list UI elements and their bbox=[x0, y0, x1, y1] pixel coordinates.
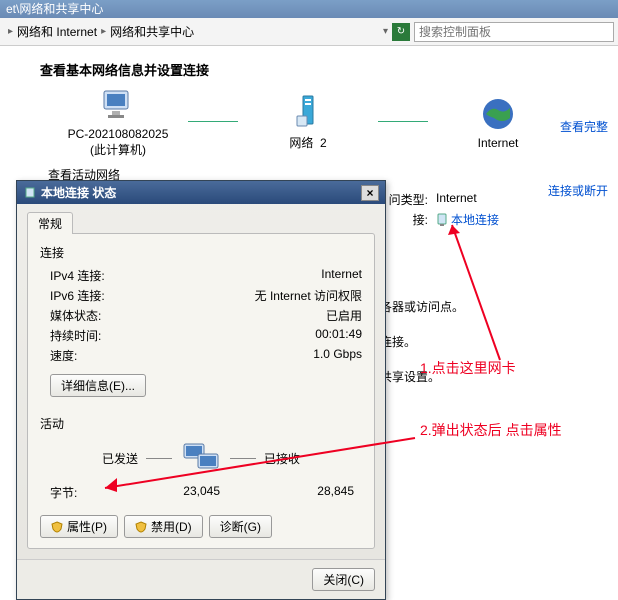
activity-group-label: 活动 bbox=[40, 415, 362, 432]
tab-general[interactable]: 常规 bbox=[27, 212, 73, 234]
breadcrumb-item[interactable]: 网络和共享中心 bbox=[110, 23, 194, 40]
breadcrumb-item[interactable]: 网络和 Internet bbox=[17, 23, 97, 40]
internet-label: Internet bbox=[438, 136, 558, 150]
network-map: PC-202108082025 (此计算机) 网络 2 bbox=[58, 85, 602, 158]
refresh-button[interactable]: ↻ bbox=[392, 23, 410, 41]
node-this-pc: PC-202108082025 (此计算机) bbox=[58, 85, 178, 158]
properties-button[interactable]: 属性(P) bbox=[40, 515, 118, 538]
page-heading: 查看基本网络信息并设置连接 bbox=[40, 60, 602, 79]
network-icon bbox=[291, 92, 325, 132]
window-title-bar: et\网络和共享中心 bbox=[0, 0, 618, 18]
node-network: 网络 2 bbox=[248, 92, 368, 151]
pc-name: PC-202108082025 bbox=[58, 127, 178, 141]
side-text: 连接。 bbox=[380, 333, 499, 350]
dialog-title-bar[interactable]: 本地连接 状态 × bbox=[17, 181, 385, 204]
nic-icon bbox=[436, 213, 448, 227]
shield-icon bbox=[135, 521, 147, 533]
connection-status-dialog: 本地连接 状态 × 常规 连接 IPv4 连接: Internet IPv6 连接… bbox=[16, 180, 386, 600]
ipv4-value: Internet bbox=[321, 267, 362, 284]
close-dialog-button[interactable]: 关闭(C) bbox=[312, 568, 375, 591]
sent-label: 已发送 bbox=[102, 450, 138, 467]
chevron-right-icon: ▸ bbox=[8, 26, 13, 37]
pc-sublabel: (此计算机) bbox=[58, 141, 178, 158]
side-text: 。 bbox=[380, 403, 499, 420]
connections-key: 接: bbox=[380, 211, 428, 228]
speed-key: 速度: bbox=[50, 347, 77, 364]
dialog-title: 本地连接 状态 bbox=[41, 184, 116, 201]
main-content: 查看基本网络信息并设置连接 查看完整 连接或断开 PC-202108082025… bbox=[0, 46, 618, 197]
nic-icon bbox=[23, 186, 37, 200]
ipv6-value: 无 Internet 访问权限 bbox=[255, 287, 362, 304]
media-value: 已启用 bbox=[326, 307, 362, 324]
speed-value: 1.0 Gbps bbox=[313, 347, 362, 364]
shield-icon bbox=[51, 521, 63, 533]
diagnose-button[interactable]: 诊断(G) bbox=[209, 515, 272, 538]
breadcrumb: ▸ 网络和 Internet ▸ 网络和共享中心 ▾ ↻ bbox=[0, 18, 618, 46]
local-connection-link[interactable]: 本地连接 bbox=[436, 211, 499, 228]
bytes-recv: 28,845 bbox=[220, 484, 362, 501]
chevron-right-icon: ▸ bbox=[101, 26, 106, 37]
recv-label: 已接收 bbox=[264, 450, 300, 467]
close-button[interactable]: × bbox=[361, 185, 379, 201]
chevron-down-icon[interactable]: ▾ bbox=[383, 26, 388, 37]
computer-icon bbox=[98, 85, 138, 125]
network-number: 2 bbox=[320, 136, 327, 150]
node-internet: Internet bbox=[438, 94, 558, 150]
network-details: 问类型: Internet 接: 本地连接 各器或访问点。 连接。 共享设置。 … bbox=[380, 188, 499, 426]
connection-group-label: 连接 bbox=[40, 244, 362, 261]
network-label: 网络 bbox=[289, 136, 313, 150]
annotation-2: 2.弹出状态后 点击属性 bbox=[420, 420, 600, 440]
activity-diagram: 已发送 已接收 bbox=[40, 440, 362, 476]
tab-panel: 连接 IPv4 连接: Internet IPv6 连接: 无 Internet 访… bbox=[27, 233, 375, 549]
search-input[interactable] bbox=[414, 22, 614, 42]
duration-key: 持续时间: bbox=[50, 327, 101, 344]
window-title: et\网络和共享中心 bbox=[6, 2, 103, 16]
access-type-key: 问类型: bbox=[380, 191, 428, 208]
access-type-value: Internet bbox=[436, 191, 477, 208]
bytes-sent: 23,045 bbox=[110, 484, 220, 501]
duration-value: 00:01:49 bbox=[315, 327, 362, 344]
annotation-1: 1.点击这里网卡 bbox=[420, 358, 516, 378]
disable-button[interactable]: 禁用(D) bbox=[124, 515, 203, 538]
connect-disconnect-link[interactable]: 连接或断开 bbox=[548, 182, 608, 199]
media-key: 媒体状态: bbox=[50, 307, 101, 324]
side-text: 各器或访问点。 bbox=[380, 298, 499, 315]
globe-icon bbox=[480, 96, 516, 132]
ipv6-key: IPv6 连接: bbox=[50, 287, 105, 304]
bytes-label: 字节: bbox=[50, 484, 110, 501]
details-button[interactable]: 详细信息(E)... bbox=[50, 374, 146, 397]
ipv4-key: IPv4 连接: bbox=[50, 267, 105, 284]
computers-icon bbox=[180, 440, 222, 476]
see-full-map-link[interactable]: 查看完整 bbox=[560, 118, 608, 135]
